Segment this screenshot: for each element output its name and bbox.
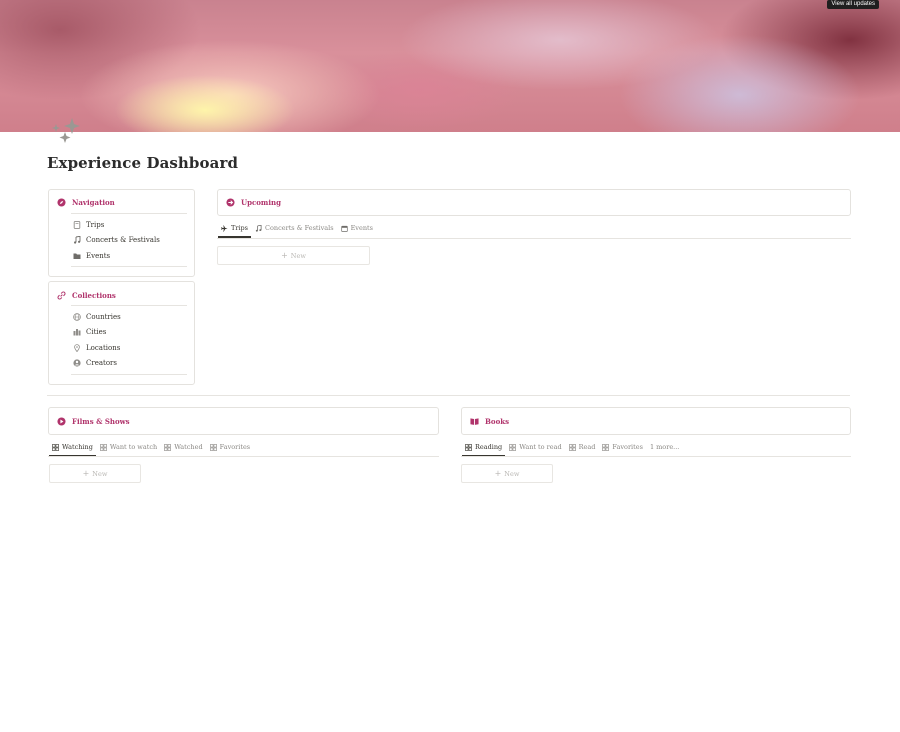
- tab-reading[interactable]: Reading: [462, 440, 506, 457]
- upcoming-header: Upcoming: [226, 198, 281, 207]
- tab-events[interactable]: Events: [338, 221, 376, 235]
- nav-item-locations[interactable]: Locations: [73, 340, 121, 356]
- tab-favorites[interactable]: Favorites: [207, 440, 254, 454]
- page-title: Experience Dashboard: [47, 154, 239, 172]
- navigation-card: Navigation Trips Concerts & Festivals Ev…: [48, 189, 195, 277]
- gallery-icon: [509, 443, 517, 451]
- films-shows-card: Films & Shows: [48, 407, 439, 435]
- tab-read[interactable]: Read: [566, 440, 599, 454]
- tab-label: 1 more...: [649, 443, 680, 451]
- books-card: Books: [461, 407, 851, 435]
- new-label: New: [290, 251, 306, 260]
- navigation-header: Navigation: [57, 198, 115, 207]
- globe-icon: [73, 312, 81, 321]
- calendar-icon: [340, 225, 348, 232]
- pin-icon: [74, 343, 80, 352]
- tab-label: Reading: [475, 443, 503, 451]
- tab-trips[interactable]: Trips: [218, 221, 252, 238]
- tab-label: Watching: [62, 443, 93, 451]
- films-tabs: Watching Want to watch Watched Favorites: [49, 440, 254, 457]
- gallery-icon: [602, 443, 610, 451]
- compass-icon: [57, 198, 66, 207]
- play-circle-icon: [57, 417, 66, 426]
- tab-label: Want to watch: [109, 443, 158, 451]
- nav-item-label: Creators: [86, 359, 117, 368]
- folder-icon: [73, 253, 81, 259]
- plus-icon: +: [82, 469, 90, 478]
- tab-label: Favorites: [219, 443, 251, 451]
- tab-label: Watched: [174, 443, 203, 451]
- tab-want-to-read[interactable]: Want to read: [506, 440, 564, 454]
- navigation-title: Navigation: [72, 198, 115, 207]
- tab-concerts-festivals[interactable]: Concerts & Festivals: [252, 221, 337, 235]
- sparkles-icon[interactable]: [50, 116, 82, 146]
- cover-image: [0, 0, 900, 132]
- user-icon: [73, 359, 81, 367]
- plus-icon: +: [281, 251, 288, 260]
- nav-item-concerts[interactable]: Concerts & Festivals: [73, 233, 160, 249]
- airplane-icon: [221, 224, 228, 232]
- nav-item-label: Countries: [86, 312, 121, 321]
- music-note-icon: [255, 224, 262, 232]
- upcoming-card: Upcoming: [217, 189, 851, 216]
- open-book-icon: [470, 418, 479, 425]
- nav-item-creators[interactable]: Creators: [73, 356, 121, 372]
- gallery-icon: [164, 443, 172, 451]
- films-shows-header: Films & Shows: [57, 417, 130, 426]
- films-new-button[interactable]: + New: [49, 464, 141, 483]
- tab-watching[interactable]: Watching: [49, 440, 96, 457]
- nav-item-label: Locations: [86, 343, 121, 352]
- upcoming-tabs: Trips Concerts & Festivals Events: [218, 221, 377, 238]
- nav-item-label: Concerts & Festivals: [86, 236, 160, 245]
- tab-label: Want to read: [519, 443, 562, 451]
- view-all-updates-button[interactable]: View all updates: [827, 0, 879, 9]
- tab-favorites[interactable]: Favorites: [599, 440, 646, 454]
- nav-item-label: Cities: [86, 328, 107, 337]
- gallery-icon: [99, 443, 107, 451]
- tab-label: Favorites: [612, 443, 643, 451]
- nav-item-cities[interactable]: Cities: [73, 325, 121, 341]
- book-icon: [73, 220, 81, 229]
- gallery-icon: [568, 443, 576, 451]
- upcoming-title: Upcoming: [241, 198, 281, 207]
- nav-item-trips[interactable]: Trips: [73, 217, 160, 233]
- tab-label: Trips: [231, 224, 249, 232]
- films-shows-title: Films & Shows: [72, 417, 130, 426]
- collections-header: Collections: [57, 291, 116, 300]
- collections-card: Collections Countries Cities Locations C…: [48, 281, 195, 385]
- collections-title: Collections: [72, 291, 116, 300]
- gallery-icon: [209, 443, 217, 451]
- tab-label: Concerts & Festivals: [265, 224, 334, 232]
- tab-label: Events: [350, 224, 373, 232]
- tab-label: Read: [578, 443, 596, 451]
- nav-item-label: Events: [86, 251, 111, 260]
- tab-want-to-watch[interactable]: Want to watch: [97, 440, 160, 454]
- nav-item-label: Trips: [86, 220, 105, 229]
- city-icon: [73, 329, 81, 336]
- tab-watched[interactable]: Watched: [161, 440, 205, 454]
- section-divider: [47, 395, 850, 396]
- tab-more[interactable]: 1 more...: [647, 440, 682, 454]
- nav-item-events[interactable]: Events: [73, 248, 160, 264]
- arrow-circle-icon: [226, 198, 235, 207]
- music-note-icon: [74, 236, 81, 244]
- new-label: New: [92, 469, 108, 478]
- books-title: Books: [485, 417, 510, 426]
- plus-icon: +: [494, 469, 502, 478]
- upcoming-new-button[interactable]: + New: [217, 246, 370, 265]
- gallery-icon: [465, 443, 472, 451]
- link-icon: [57, 291, 66, 300]
- gallery-icon: [52, 443, 59, 451]
- nav-item-countries[interactable]: Countries: [73, 309, 121, 325]
- books-new-button[interactable]: + New: [461, 464, 553, 483]
- books-header: Books: [470, 417, 509, 426]
- books-tabs: Reading Want to read Read Favorites 1 mo…: [462, 440, 683, 457]
- new-label: New: [504, 469, 520, 478]
